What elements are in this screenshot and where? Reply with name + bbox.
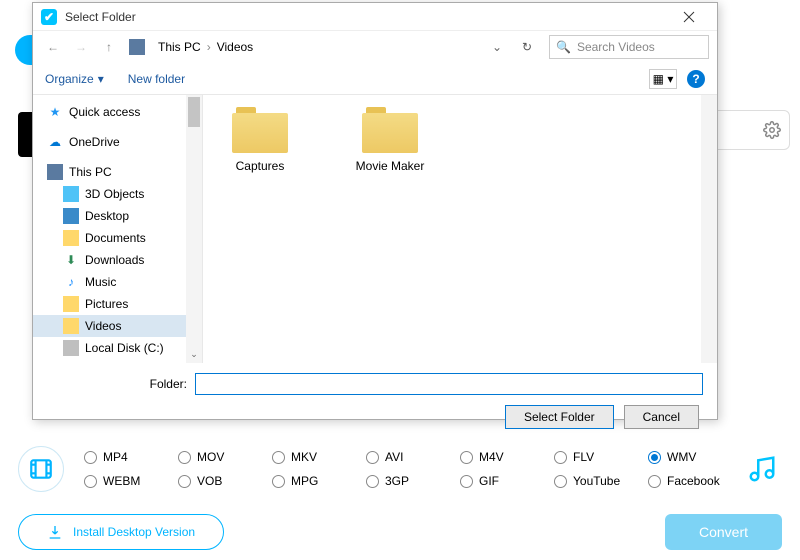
search-input[interactable]: 🔍 Search Videos: [549, 35, 709, 59]
format-youtube[interactable]: YouTube: [554, 474, 648, 488]
pc-icon: [47, 164, 63, 180]
cloud-icon: ☁: [47, 134, 63, 150]
audio-category-icon[interactable]: [742, 449, 782, 489]
radio-icon: [84, 475, 97, 488]
sidebar-item-this-pc[interactable]: This PC: [33, 161, 202, 183]
content-scrollbar[interactable]: [701, 95, 717, 363]
crumb-current[interactable]: Videos: [217, 40, 253, 54]
back-button[interactable]: ←: [41, 35, 65, 59]
format-mov[interactable]: MOV: [178, 450, 272, 464]
sidebar-item-local-disk[interactable]: Local Disk (C:): [33, 337, 202, 359]
toolbar: Organize▾ New folder ▦ ▾ ?: [33, 63, 717, 95]
view-options-button[interactable]: ▦ ▾: [649, 69, 677, 89]
format-mpg[interactable]: MPG: [272, 474, 366, 488]
folder-icon: [362, 107, 418, 153]
install-desktop-button[interactable]: Install Desktop Version: [18, 514, 224, 550]
sidebar-item-music[interactable]: ♪Music: [33, 271, 202, 293]
format-avi[interactable]: AVI: [366, 450, 460, 464]
format-mp4[interactable]: MP4: [84, 450, 178, 464]
radio-icon: [554, 451, 567, 464]
folder-movie-maker[interactable]: Movie Maker: [345, 107, 435, 351]
radio-icon: [366, 451, 379, 464]
sidebar-item-quick-access[interactable]: ★Quick access: [33, 101, 202, 123]
desktop-icon: [63, 208, 79, 224]
format-panel: MP4MOVMKVAVIM4VFLVWMV WEBMVOBMPG3GPGIFYou…: [18, 438, 782, 500]
downloads-icon: ⬇: [63, 252, 79, 268]
video-category-icon[interactable]: [18, 446, 64, 492]
dialog-title: Select Folder: [65, 10, 669, 24]
up-button[interactable]: ↑: [97, 35, 121, 59]
sidebar-item-pictures[interactable]: Pictures: [33, 293, 202, 315]
radio-icon: [178, 475, 191, 488]
download-icon: [47, 524, 63, 540]
new-folder-button[interactable]: New folder: [128, 72, 185, 86]
search-icon: 🔍: [556, 40, 571, 54]
sidebar-item-onedrive[interactable]: ☁OneDrive: [33, 131, 202, 153]
format-mkv[interactable]: MKV: [272, 450, 366, 464]
format-m4v[interactable]: M4V: [460, 450, 554, 464]
format-gif[interactable]: GIF: [460, 474, 554, 488]
select-folder-button[interactable]: Select Folder: [505, 405, 614, 429]
close-button[interactable]: [669, 3, 709, 31]
organize-menu[interactable]: Organize▾: [45, 72, 104, 86]
sidebar: ★Quick access ☁OneDrive This PC 3D Objec…: [33, 95, 203, 363]
radio-icon: [460, 475, 473, 488]
dialog-footer: Folder: Select Folder Cancel: [33, 363, 717, 439]
format-webm[interactable]: WEBM: [84, 474, 178, 488]
sidebar-item-documents[interactable]: Documents: [33, 227, 202, 249]
sidebar-item-videos[interactable]: Videos: [33, 315, 202, 337]
install-label: Install Desktop Version: [73, 525, 195, 539]
format-wmv[interactable]: WMV: [648, 450, 742, 464]
refresh-button[interactable]: ↻: [515, 40, 539, 54]
breadcrumb[interactable]: This PC › Videos ⌄: [153, 37, 511, 57]
folder-name-input[interactable]: [195, 373, 703, 395]
format-facebook[interactable]: Facebook: [648, 474, 742, 488]
sidebar-item-desktop[interactable]: Desktop: [33, 205, 202, 227]
help-button[interactable]: ?: [687, 70, 705, 88]
gear-icon[interactable]: [763, 121, 781, 139]
convert-button[interactable]: Convert: [665, 514, 782, 550]
chevron-down-icon: ▾: [98, 72, 104, 86]
close-icon: [683, 11, 695, 23]
radio-icon: [178, 451, 191, 464]
titlebar: ✔ Select Folder: [33, 3, 717, 31]
radio-icon: [554, 475, 567, 488]
radio-icon: [648, 475, 661, 488]
chevron-right-icon: ›: [207, 40, 211, 54]
search-placeholder: Search Videos: [577, 40, 655, 54]
chevron-down-icon[interactable]: ⌄: [492, 40, 502, 54]
folder-icon: [232, 107, 288, 153]
select-folder-dialog: ✔ Select Folder ← → ↑ This PC › Videos ⌄…: [32, 2, 718, 420]
documents-icon: [63, 230, 79, 246]
objects3d-icon: [63, 186, 79, 202]
nav-bar: ← → ↑ This PC › Videos ⌄ ↻ 🔍 Search Vide…: [33, 31, 717, 63]
folder-captures[interactable]: Captures: [215, 107, 305, 351]
folder-content[interactable]: Captures Movie Maker: [203, 95, 717, 363]
music-icon: ♪: [63, 274, 79, 290]
videos-icon: [63, 318, 79, 334]
radio-icon: [84, 451, 97, 464]
disk-icon: [63, 340, 79, 356]
app-icon: ✔: [41, 9, 57, 25]
cancel-button[interactable]: Cancel: [624, 405, 699, 429]
sidebar-item-3d-objects[interactable]: 3D Objects: [33, 183, 202, 205]
sidebar-scrollbar[interactable]: ⌄: [186, 95, 202, 363]
bottom-bar: Install Desktop Version Convert: [18, 512, 782, 552]
folder-field-label: Folder:: [47, 377, 187, 391]
format-3gp[interactable]: 3GP: [366, 474, 460, 488]
pictures-icon: [63, 296, 79, 312]
star-icon: ★: [47, 104, 63, 120]
radio-icon: [648, 451, 661, 464]
radio-icon: [272, 451, 285, 464]
crumb-root[interactable]: This PC: [158, 40, 201, 54]
radio-icon: [366, 475, 379, 488]
radio-icon: [272, 475, 285, 488]
radio-icon: [460, 451, 473, 464]
sidebar-item-downloads[interactable]: ⬇Downloads: [33, 249, 202, 271]
format-flv[interactable]: FLV: [554, 450, 648, 464]
location-icon: [129, 39, 145, 55]
forward-button[interactable]: →: [69, 35, 93, 59]
format-vob[interactable]: VOB: [178, 474, 272, 488]
